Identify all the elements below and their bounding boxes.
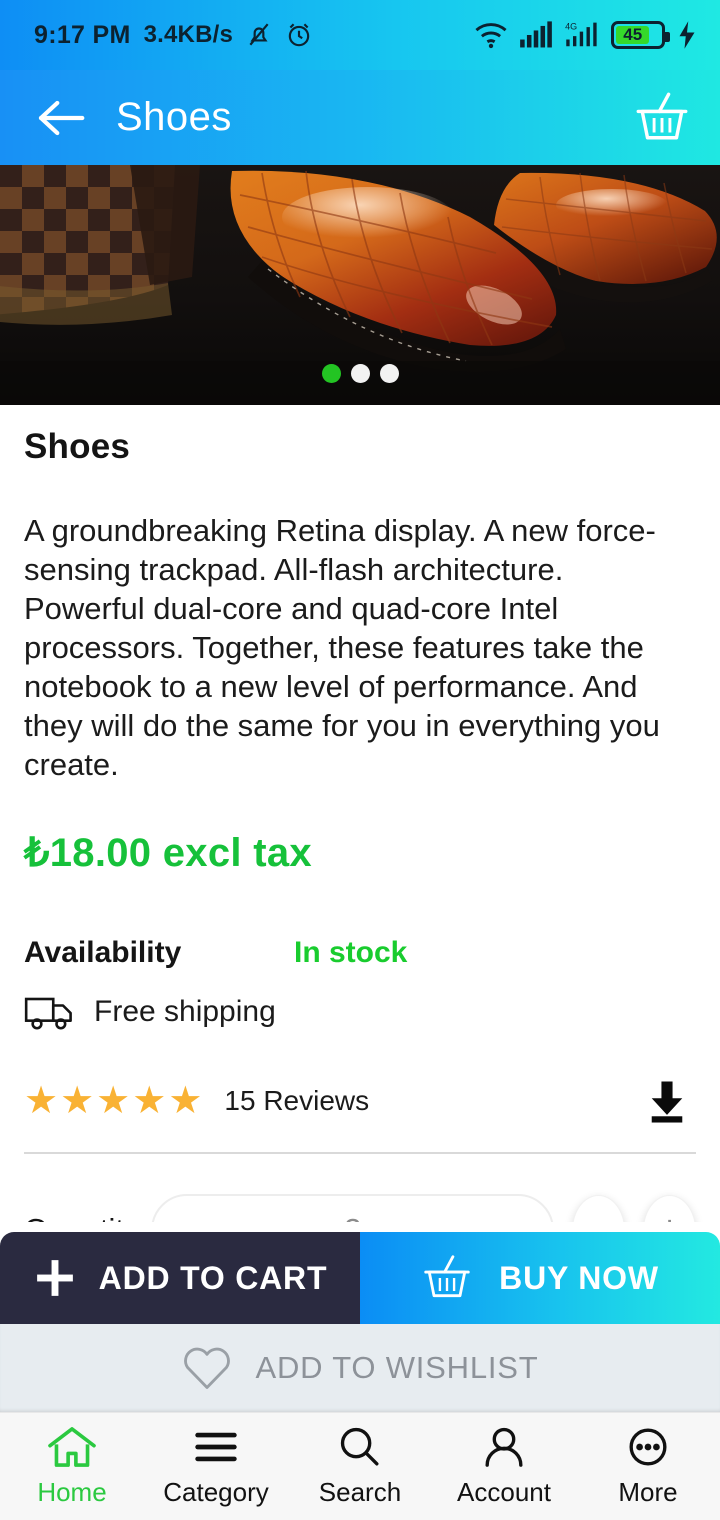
product-image-carousel[interactable] — [0, 165, 720, 405]
product-price: ₺18.00 excl tax — [24, 831, 312, 876]
nav-item-more[interactable]: More — [576, 1425, 720, 1508]
buy-now-label: BUY NOW — [499, 1259, 659, 1296]
reviews-count-label: 15 Reviews — [224, 1085, 370, 1117]
heart-outline-icon — [184, 1347, 231, 1389]
nav-item-search[interactable]: Search — [288, 1425, 432, 1508]
status-bar-left: 9:17 PM 3.4KB/s — [34, 20, 313, 50]
more-dots-icon — [629, 1428, 667, 1466]
product-detail-screen: 9:17 PM 3.4KB/s 4G 45 Shoes Shoes A grou… — [0, 0, 720, 1520]
add-to-cart-button[interactable]: ADD TO CART — [0, 1232, 360, 1324]
star-icon: ★ — [96, 1080, 131, 1123]
nav-label-account: Account — [457, 1477, 551, 1507]
nav-item-account[interactable]: Account — [432, 1425, 576, 1508]
bottom-navigation-bar: Home Category Search Account More — [0, 1412, 720, 1520]
product-details-body: Shoes A groundbreaking Retina display. A… — [0, 405, 720, 1222]
home-icon — [48, 1427, 96, 1467]
star-icon: ★ — [24, 1080, 59, 1123]
quantity-label: Quantity — [24, 1212, 151, 1222]
back-arrow-icon — [38, 100, 85, 135]
star-icon: ★ — [168, 1080, 203, 1123]
status-bar: 9:17 PM 3.4KB/s 4G 45 — [0, 0, 720, 70]
action-buttons-row: ADD TO CART BUY NOW — [0, 1232, 720, 1324]
download-button[interactable] — [638, 1072, 696, 1130]
battery-fill: 45 — [616, 25, 650, 44]
add-to-wishlist-button[interactable]: ADD TO WISHLIST — [0, 1324, 720, 1412]
cart-button[interactable] — [630, 86, 694, 150]
mobile-data-signal-icon: 4G — [565, 21, 597, 47]
star-icon: ★ — [60, 1080, 95, 1123]
alarm-clock-icon — [288, 23, 310, 47]
battery-indicator: 45 — [611, 21, 670, 49]
add-to-wishlist-label: ADD TO WISHLIST — [255, 1350, 539, 1385]
battery-percent-label: 45 — [623, 25, 643, 44]
status-bar-right: 4G 45 — [474, 20, 698, 50]
shipping-text: Free shipping — [94, 995, 276, 1029]
page-title: Shoes — [116, 95, 232, 139]
nav-label-more: More — [618, 1477, 678, 1507]
add-to-cart-label: ADD TO CART — [98, 1259, 328, 1296]
quantity-decrease-button[interactable]: - — [572, 1195, 626, 1222]
carousel-dot-1[interactable] — [321, 364, 341, 383]
signal-bars-icon — [520, 21, 552, 48]
nav-label-search: Search — [318, 1477, 402, 1507]
plus-icon — [36, 1260, 73, 1296]
availability-value: In stock — [294, 936, 408, 970]
nav-item-home[interactable]: Home — [0, 1425, 144, 1508]
quantity-row: Quantity - + — [24, 1194, 696, 1222]
charging-bolt-icon — [679, 21, 695, 49]
quantity-input[interactable] — [151, 1194, 555, 1222]
data-network-label: 4G — [565, 21, 577, 31]
carousel-dot-3[interactable] — [379, 364, 399, 383]
status-time: 9:17 PM — [34, 20, 131, 49]
star-icon: ★ — [132, 1080, 167, 1123]
nav-label-home: Home — [37, 1477, 107, 1507]
nav-item-category[interactable]: Category — [144, 1425, 288, 1508]
availability-row: Availability In stock — [24, 936, 696, 970]
nav-label-category: Category — [163, 1477, 269, 1507]
shopping-basket-icon — [424, 1255, 470, 1298]
shopping-basket-icon — [636, 92, 688, 139]
reviews-row[interactable]: ★ ★ ★ ★ ★ 15 Reviews — [24, 1072, 696, 1155]
person-icon — [485, 1427, 523, 1467]
rating-stars: ★ ★ ★ ★ ★ — [24, 1082, 202, 1120]
availability-label: Availability — [24, 936, 182, 970]
back-button[interactable] — [30, 87, 92, 149]
wifi-icon — [475, 23, 507, 49]
download-icon — [651, 1081, 683, 1123]
shipping-row: Free shipping — [24, 992, 696, 1032]
background-bag — [0, 165, 200, 325]
hamburger-menu-icon — [195, 1432, 237, 1462]
app-bar: Shoes — [0, 70, 720, 165]
delivery-truck-icon — [24, 998, 72, 1030]
carousel-dot-2[interactable] — [350, 364, 370, 383]
quantity-increase-button[interactable]: + — [643, 1195, 696, 1222]
carousel-dots[interactable] — [0, 364, 720, 383]
product-name: Shoes — [24, 427, 131, 466]
status-network-speed: 3.4KB/s — [143, 21, 234, 48]
bell-muted-icon — [249, 23, 269, 46]
search-icon — [340, 1427, 379, 1466]
buy-now-button[interactable]: BUY NOW — [360, 1232, 720, 1324]
product-description: A groundbreaking Retina display. A new f… — [24, 513, 660, 783]
